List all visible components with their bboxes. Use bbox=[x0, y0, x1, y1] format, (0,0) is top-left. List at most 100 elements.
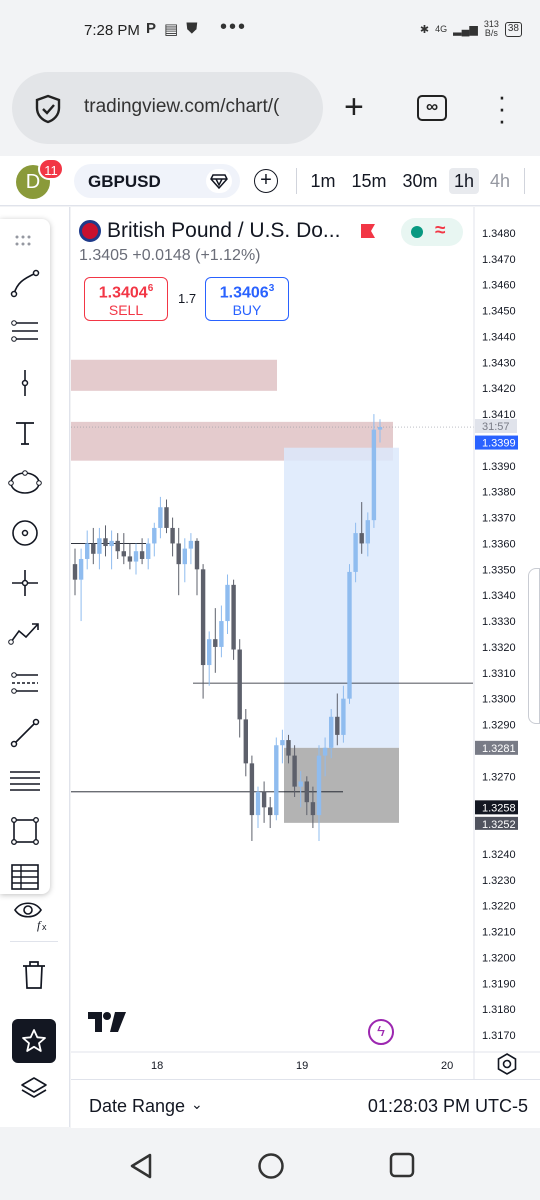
favorites-star-button[interactable] bbox=[12, 1019, 56, 1063]
horizontal-lines-icon[interactable] bbox=[5, 761, 45, 801]
supply-zone-upper[interactable] bbox=[71, 359, 277, 391]
candle[interactable] bbox=[341, 698, 346, 735]
trash-icon[interactable] bbox=[14, 955, 54, 995]
home-icon[interactable] bbox=[257, 1152, 285, 1180]
candle[interactable] bbox=[329, 716, 334, 748]
candle[interactable] bbox=[97, 538, 102, 554]
candle[interactable] bbox=[158, 507, 163, 528]
candle[interactable] bbox=[72, 564, 78, 580]
text-tool-icon[interactable] bbox=[5, 413, 45, 453]
candle[interactable] bbox=[78, 558, 84, 580]
candle[interactable] bbox=[91, 543, 96, 554]
candle[interactable] bbox=[133, 551, 139, 562]
candle[interactable] bbox=[237, 649, 242, 720]
candle[interactable] bbox=[207, 639, 212, 666]
candle[interactable] bbox=[115, 540, 120, 552]
recent-apps-icon[interactable] bbox=[389, 1152, 415, 1178]
candle[interactable] bbox=[219, 621, 224, 647]
candle[interactable] bbox=[213, 639, 218, 647]
add-symbol-button[interactable]: + bbox=[254, 169, 278, 193]
side-scroll-handle[interactable] bbox=[528, 568, 540, 724]
eye-fx-icon[interactable]: fx bbox=[12, 895, 52, 935]
candle[interactable] bbox=[85, 543, 90, 559]
fib-channel-icon[interactable] bbox=[5, 663, 45, 703]
trend-line-icon[interactable] bbox=[5, 263, 45, 303]
symbol-search-button[interactable]: GBPUSD bbox=[74, 164, 240, 198]
address-bar[interactable]: tradingview.com/chart/( bbox=[12, 72, 323, 144]
new-tab-button[interactable]: + bbox=[344, 90, 364, 124]
candle[interactable] bbox=[371, 429, 377, 521]
shield-icon[interactable] bbox=[34, 94, 62, 124]
candle[interactable] bbox=[109, 540, 114, 547]
interval-30m[interactable]: 30m bbox=[398, 168, 442, 194]
back-icon[interactable] bbox=[128, 1152, 154, 1180]
lightning-icon[interactable]: ϟ bbox=[368, 1019, 394, 1045]
chart-pane[interactable]: 1.3480 1.3470 1.3460 1.3450 1.3440 1.3430 1.34… bbox=[71, 207, 540, 1127]
candle[interactable] bbox=[322, 747, 328, 756]
candle[interactable] bbox=[316, 755, 322, 816]
table-icon[interactable] bbox=[5, 857, 45, 897]
candle[interactable] bbox=[353, 533, 358, 572]
candle[interactable] bbox=[139, 551, 145, 559]
date-range-button[interactable]: Date Range bbox=[89, 1096, 185, 1117]
fib-retracement-icon[interactable] bbox=[5, 311, 45, 351]
candle[interactable] bbox=[377, 427, 383, 430]
candle[interactable] bbox=[268, 807, 273, 816]
market-status-pill[interactable]: ≈ bbox=[401, 218, 463, 246]
candle[interactable] bbox=[304, 781, 309, 803]
drag-handle-icon[interactable] bbox=[14, 233, 36, 249]
ray-icon[interactable] bbox=[5, 713, 45, 753]
candle[interactable] bbox=[243, 719, 248, 764]
candle[interactable] bbox=[249, 763, 255, 816]
candle[interactable] bbox=[194, 540, 200, 570]
candle[interactable] bbox=[359, 533, 364, 544]
interval-1m[interactable]: 1m bbox=[306, 168, 340, 194]
tradingview-logo[interactable] bbox=[87, 1011, 127, 1033]
candle[interactable] bbox=[103, 538, 108, 547]
candle[interactable] bbox=[286, 740, 291, 756]
candle[interactable] bbox=[225, 584, 230, 622]
vertical-line-icon[interactable] bbox=[5, 363, 45, 403]
circle-target-icon[interactable] bbox=[5, 513, 45, 553]
layers-icon[interactable] bbox=[14, 1069, 54, 1109]
candle[interactable] bbox=[255, 791, 261, 816]
rectangle-icon[interactable] bbox=[5, 811, 45, 851]
interval-1h[interactable]: 1h bbox=[449, 168, 479, 194]
candle[interactable] bbox=[231, 584, 236, 650]
more-vertical-icon[interactable]: · · · bbox=[496, 83, 508, 133]
candle[interactable] bbox=[292, 755, 297, 787]
candle[interactable] bbox=[170, 527, 175, 544]
candle[interactable] bbox=[365, 520, 370, 544]
settings-icon[interactable] bbox=[496, 1053, 518, 1075]
candle[interactable] bbox=[127, 556, 133, 562]
flag-marker-icon[interactable] bbox=[360, 223, 376, 239]
candle[interactable] bbox=[152, 527, 157, 544]
candle[interactable] bbox=[146, 543, 151, 559]
symbol-description[interactable]: British Pound / U.S. Do... bbox=[107, 219, 340, 243]
interval-4h[interactable]: 4h bbox=[486, 168, 514, 194]
chevron-down-icon[interactable]: ⌄ bbox=[191, 1096, 203, 1113]
timezone-clock[interactable]: 01:28:03 PM UTC-5 bbox=[368, 1096, 528, 1117]
candle[interactable] bbox=[200, 569, 206, 666]
url-text[interactable]: tradingview.com/chart/( bbox=[84, 96, 279, 118]
candle[interactable] bbox=[261, 791, 267, 808]
candle[interactable] bbox=[176, 543, 181, 565]
candle[interactable] bbox=[164, 507, 169, 528]
sell-button[interactable]: 1.34046 SELL bbox=[84, 277, 168, 321]
price-chart-canvas[interactable]: 1.3480 1.3470 1.3460 1.3450 1.3440 1.3430 1.34… bbox=[71, 207, 540, 1079]
candle[interactable] bbox=[298, 781, 303, 787]
candle[interactable] bbox=[274, 745, 279, 816]
candle[interactable] bbox=[121, 551, 126, 557]
candle[interactable] bbox=[335, 716, 340, 735]
ellipse-icon[interactable] bbox=[5, 463, 45, 503]
pattern-icon[interactable] bbox=[5, 613, 45, 653]
candle[interactable] bbox=[188, 540, 194, 549]
candle[interactable] bbox=[280, 740, 285, 746]
candle[interactable] bbox=[347, 571, 352, 699]
tabs-button[interactable]: ∞ bbox=[417, 95, 447, 121]
candle[interactable] bbox=[182, 548, 187, 565]
interval-15m[interactable]: 15m bbox=[348, 168, 390, 194]
crosshair-icon[interactable] bbox=[5, 563, 45, 603]
candle[interactable] bbox=[310, 802, 316, 816]
buy-button[interactable]: 1.34063 BUY bbox=[205, 277, 289, 321]
